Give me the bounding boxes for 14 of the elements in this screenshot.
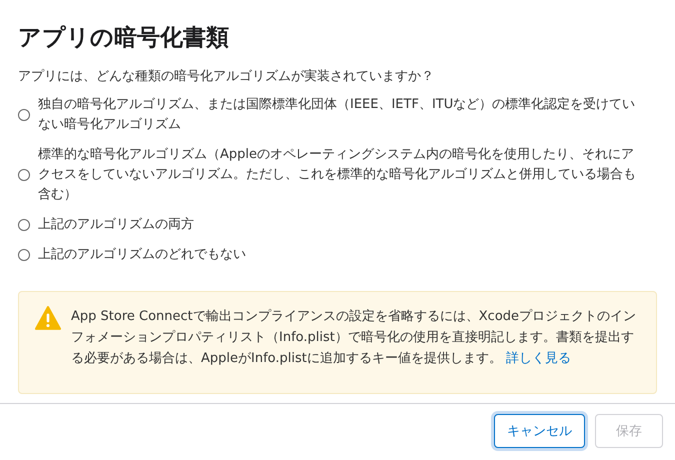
radio-button[interactable] — [18, 169, 30, 181]
option-label[interactable]: 上記のアルゴリズムのどれでもない — [38, 245, 246, 265]
option-label[interactable]: 標準的な暗号化アルゴリズム（Appleのオペレーティングシステム内の暗号化を使用したり、それにアクセスをしていないアルゴリズム。ただし、これを標準的な暗号化アルゴリズムと併用している場合も含む） — [38, 145, 638, 205]
dialog-title: アプリの暗号化書類 — [18, 24, 230, 53]
warning-icon — [35, 306, 61, 330]
learn-more-link[interactable]: 詳しく見る — [506, 351, 571, 366]
option-label[interactable]: 独自の暗号化アルゴリズム、または国際標準化団体（IEEE、IETF、ITUなど）の標準化認定を受けていない暗号化アルゴリズム — [38, 95, 638, 135]
radio-button[interactable] — [18, 109, 30, 121]
option-label[interactable]: 上記のアルゴリズムの両方 — [38, 215, 194, 235]
dialog-button[interactable]: キャンセル — [494, 414, 585, 448]
notice-text: App Store Connectで輸出コンプライアンスの設定を省略するには、Xcodeプロジェクトのインフォメーションプロパティリスト（Info.plist）で暗号化の使用を直接明記します。書類を提出する必要がある場合は、AppleがInfo.plistに追加するキー値を提供します。 詳しく見る — [71, 308, 638, 368]
radio-button[interactable] — [18, 219, 30, 231]
radio-button[interactable] — [18, 249, 30, 261]
question-text: アプリには、どんな種類の暗号化アルゴリズムが実装されていますか？ — [18, 68, 435, 85]
